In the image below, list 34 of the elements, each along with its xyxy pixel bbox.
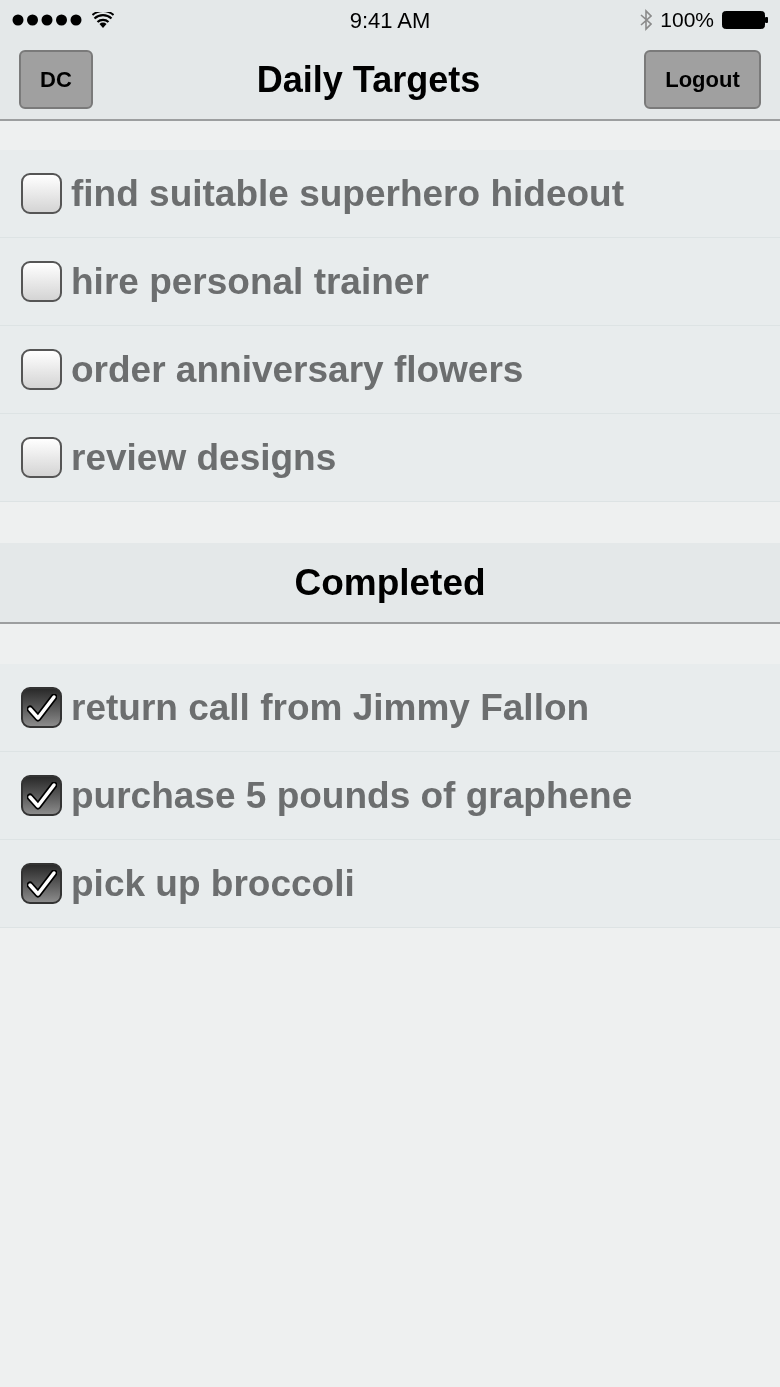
task-label: purchase 5 pounds of graphene: [71, 773, 633, 818]
profile-button[interactable]: DC: [19, 50, 93, 109]
page-title: Daily Targets: [256, 57, 481, 102]
signal-strength-icon: [12, 14, 82, 26]
task-label: return call from Jimmy Fallon: [71, 685, 590, 730]
task-label: pick up broccoli: [71, 861, 355, 906]
checkbox[interactable]: [21, 173, 62, 214]
checkbox[interactable]: [21, 687, 62, 728]
task-label: find suitable superhero hideout: [71, 171, 624, 216]
task-row[interactable]: hire personal trainer: [0, 238, 780, 326]
battery-icon: [722, 11, 768, 29]
task-label: review designs: [71, 435, 337, 480]
task-row[interactable]: return call from Jimmy Fallon: [0, 664, 780, 752]
checkmark-icon: [26, 869, 57, 898]
checkbox[interactable]: [21, 261, 62, 302]
checkbox[interactable]: [21, 349, 62, 390]
logout-button[interactable]: Logout: [644, 50, 761, 109]
checkbox[interactable]: [21, 775, 62, 816]
task-label: hire personal trainer: [71, 259, 429, 304]
checkbox[interactable]: [21, 863, 62, 904]
checkmark-icon: [26, 693, 57, 722]
battery-percentage: 100%: [660, 7, 714, 34]
bluetooth-icon: [640, 9, 653, 31]
status-time: 9:41 AM: [349, 6, 431, 35]
task-label: order anniversary flowers: [71, 347, 524, 392]
task-row[interactable]: review designs: [0, 414, 780, 502]
task-row[interactable]: order anniversary flowers: [0, 326, 780, 414]
task-row[interactable]: purchase 5 pounds of graphene: [0, 752, 780, 840]
checkmark-icon: [26, 781, 57, 810]
task-row[interactable]: pick up broccoli: [0, 840, 780, 928]
task-row[interactable]: find suitable superhero hideout: [0, 150, 780, 238]
section-header: Completed: [0, 543, 780, 624]
checkbox[interactable]: [21, 437, 62, 478]
wifi-icon: [92, 12, 114, 28]
